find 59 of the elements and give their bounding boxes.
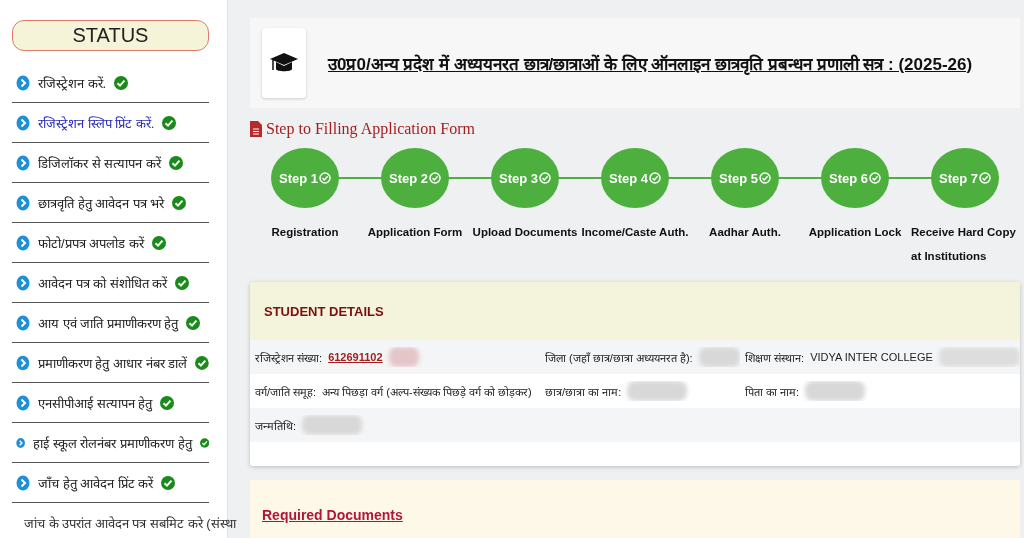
chevron-icon [16, 234, 30, 251]
card-title: STUDENT DETAILS [264, 303, 384, 319]
status-link[interactable]: जाँच हेतु आवेदन प्रिंट करें [38, 473, 154, 492]
step-label: Application Form [367, 225, 463, 240]
step-badge: Step 1 [271, 148, 339, 208]
field-label: जन्मतिथि: [255, 418, 297, 433]
field-label: छात्र/छात्रा का नाम: [545, 384, 622, 399]
chevron-icon [16, 314, 30, 331]
step-label: Aadhar Auth. [709, 225, 781, 240]
status-link[interactable]: रजिस्ट्रेशन स्लिप प्रिंट करें. [38, 113, 155, 132]
chevron-icon [16, 274, 30, 291]
step-label: Upload Documents [472, 225, 578, 240]
required-documents-link[interactable]: Required Documents [262, 507, 403, 523]
document-icon [250, 121, 262, 137]
step-badge: Step 2 [381, 148, 449, 208]
chevron-icon [16, 394, 30, 411]
step-label: Receive Hard Copy at Institutions [911, 225, 1017, 264]
chevron-icon [16, 474, 30, 491]
status-heading: STATUS [12, 20, 209, 51]
field-label: वर्ग/जाति समूह: [255, 384, 317, 399]
field-value: VIDYA INTER COLLEGE [810, 351, 933, 363]
step-label: Application Lock [808, 225, 902, 240]
check-circle-icon [319, 172, 331, 184]
status-link[interactable]: फोटो/प्रपत्र अपलोड करें [38, 233, 144, 252]
step-badge: Step 4 [601, 148, 669, 208]
step-label: Registration [271, 225, 339, 240]
check-circle-icon [539, 172, 551, 184]
status-link[interactable]: जांच के उपरांत आवेदन पत्र सबमिट करे (संस्था [24, 513, 236, 532]
steps-heading: Step to Filling Application Form [266, 120, 475, 138]
registration-number-link[interactable]: 612691102 [328, 351, 383, 363]
chevron-icon [16, 194, 30, 211]
chevron-icon [16, 114, 30, 131]
step-badge: Step 3 [491, 148, 559, 208]
step-badge: Step 6 [821, 148, 889, 208]
field-label: शिक्षण संस्थान: [745, 350, 805, 365]
chevron-icon [16, 74, 30, 91]
check-circle-icon [979, 172, 991, 184]
field-value: अन्य पिछड़ा वर्ग (अल्प-संख्यक पिछड़े वर्ग को छोड़कर) [322, 384, 532, 399]
step-badge: Step 7 [931, 148, 999, 208]
check-circle-icon [429, 172, 441, 184]
check-circle-icon [869, 172, 881, 184]
step-label: Income/Caste Auth. [581, 225, 689, 240]
status-link[interactable]: आवेदन पत्र को संशोधित करें [38, 273, 168, 292]
status-link[interactable]: एनसीपीआई सत्यापन हेतु [38, 393, 153, 412]
chevron-icon [16, 354, 30, 371]
check-circle-icon [649, 172, 661, 184]
status-link[interactable]: डिजिलॉकर से सत्यापन करें [38, 153, 161, 172]
portal-title: उ0प्र0/अन्य प्रदेश में अध्ययनरत छात्र/छात्राओं के लिए ऑनलाइन छात्रवृति प्रबन्धन प्रणाली सत्र : (2025-26) [328, 53, 973, 75]
status-link[interactable]: प्रमाणीकरण हेतु आधार नंबर डालें [37, 353, 188, 372]
check-circle-icon [759, 172, 771, 184]
field-label: रजिस्ट्रेशन संख्या: [255, 350, 323, 365]
status-link[interactable]: छात्रवृति हेतु आवेदन पत्र भरे [38, 193, 165, 212]
status-link[interactable]: आय एवं जाति प्रमाणीकरण हेतु [38, 313, 179, 332]
status-link[interactable]: हाई स्कूल रोलनंबर प्रमाणीकरण हेतु [33, 433, 192, 452]
field-label: जिला (जहाँ छात्र/छात्रा अध्ययनरत है): [545, 350, 693, 365]
status-link[interactable]: रजिस्ट्रेशन करें. [38, 73, 107, 92]
step-badge: Step 5 [711, 148, 779, 208]
field-label: पिता का नाम: [745, 384, 800, 399]
chevron-icon [16, 154, 30, 171]
